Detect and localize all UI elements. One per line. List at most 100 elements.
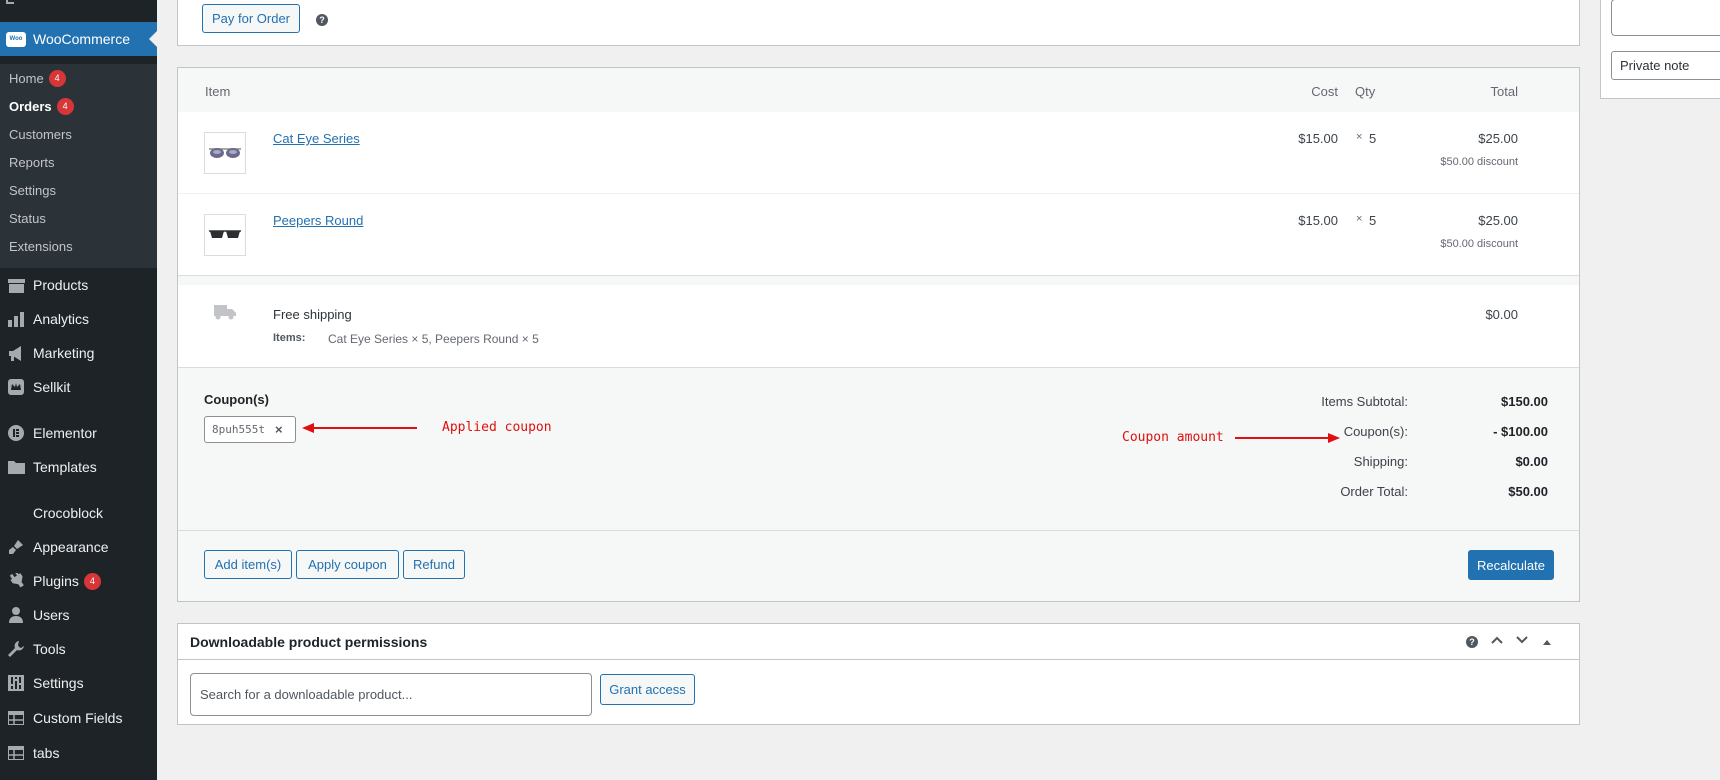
product-thumbnail[interactable] bbox=[204, 132, 246, 174]
sidebar-item-elementor[interactable]: Elementor bbox=[0, 416, 157, 450]
divider bbox=[178, 530, 1579, 531]
submenu-item-settings[interactable]: Settings bbox=[0, 176, 157, 204]
admin-sidebar: Woo WooCommerce Home 4 Orders 4 Customer… bbox=[0, 0, 157, 780]
item-cost: $15.00 bbox=[1298, 213, 1338, 228]
chevron-down-icon[interactable] bbox=[1515, 633, 1529, 650]
sidebar-item-plugins[interactable]: Plugins 4 bbox=[0, 564, 157, 598]
qty-multiply: × bbox=[1356, 131, 1363, 143]
shipping-method-name: Free shipping bbox=[273, 307, 352, 322]
archive-icon bbox=[6, 275, 26, 295]
table-row: Cat Eye Series $15.00 × 5 $25.00 $50.00 … bbox=[178, 112, 1579, 194]
panel-header: Downloadable product permissions ? bbox=[178, 624, 1579, 660]
megaphone-icon bbox=[6, 343, 26, 363]
table-icon bbox=[6, 708, 26, 728]
applied-coupon-annotation: Applied coupon bbox=[442, 420, 552, 435]
shipping-total: $0.00 bbox=[1485, 307, 1518, 322]
sidebar-item-label: Elementor bbox=[33, 425, 97, 441]
product-link[interactable]: Cat Eye Series bbox=[273, 131, 360, 146]
column-header-item: Item bbox=[205, 84, 231, 99]
shipping-items-value: Cat Eye Series × 5, Peepers Round × 5 bbox=[328, 332, 539, 346]
crown-icon bbox=[6, 377, 26, 397]
wrench-icon bbox=[6, 639, 26, 659]
coupons-label: Coupon(s) bbox=[204, 392, 269, 407]
qty-multiply: × bbox=[1356, 213, 1363, 225]
downloadable-product-search-input[interactable]: Search for a downloadable product... bbox=[190, 673, 592, 716]
paintbrush-icon bbox=[6, 537, 26, 557]
total-value: $150.00 bbox=[1501, 394, 1548, 409]
refund-button[interactable]: Refund bbox=[403, 550, 465, 579]
chevron-up-icon[interactable] bbox=[1490, 633, 1504, 650]
submenu-item-label: Home bbox=[9, 70, 44, 86]
submenu-item-orders[interactable]: Orders 4 bbox=[0, 92, 157, 120]
sunglasses-icon bbox=[209, 148, 241, 158]
sidebar-item-settings[interactable]: Settings bbox=[0, 666, 157, 700]
count-badge: 4 bbox=[48, 69, 66, 87]
recalculate-button[interactable]: Recalculate bbox=[1468, 550, 1554, 580]
item-cost: $15.00 bbox=[1298, 131, 1338, 146]
total-label: Items Subtotal: bbox=[1321, 394, 1408, 409]
total-label: Shipping: bbox=[1353, 454, 1408, 469]
sidebar-item-products[interactable]: Products bbox=[0, 268, 157, 302]
sidebar-item-sellkit[interactable]: Sellkit bbox=[0, 370, 157, 404]
product-thumbnail[interactable] bbox=[204, 214, 246, 256]
pay-for-order-button[interactable]: Pay for Order bbox=[202, 4, 300, 33]
sidebar-item-label: Settings bbox=[33, 675, 84, 691]
sidebar-item-woocommerce[interactable]: Woo WooCommerce bbox=[0, 22, 157, 56]
woocommerce-logo-icon: Woo bbox=[6, 31, 26, 47]
sidebar-item-label: Custom Fields bbox=[33, 710, 123, 726]
order-items-panel: Item Cost Qty Total Cat Eye Series $15.0… bbox=[177, 67, 1580, 602]
sidebar-item-analytics[interactable]: Analytics bbox=[0, 302, 157, 336]
remove-coupon-icon[interactable]: × bbox=[275, 422, 283, 437]
item-discount: $50.00 discount bbox=[1440, 156, 1518, 168]
sidebar-item-users[interactable]: Users bbox=[0, 598, 157, 632]
bar-chart-icon bbox=[6, 309, 26, 329]
note-type-select[interactable]: Private note bbox=[1611, 51, 1720, 80]
column-header-cost: Cost bbox=[1311, 84, 1338, 99]
apply-coupon-button[interactable]: Apply coupon bbox=[296, 550, 399, 579]
help-icon[interactable]: ? bbox=[1466, 636, 1478, 648]
submenu-item-label: Customers bbox=[9, 126, 72, 142]
sidebar-item-label: Users bbox=[33, 607, 70, 623]
product-link[interactable]: Peepers Round bbox=[273, 213, 363, 228]
column-header-total: Total bbox=[1490, 84, 1518, 99]
submenu-item-reports[interactable]: Reports bbox=[0, 148, 157, 176]
submenu-item-label: Reports bbox=[9, 154, 55, 170]
note-textarea[interactable] bbox=[1611, 0, 1720, 36]
grant-access-button[interactable]: Grant access bbox=[600, 674, 695, 705]
submenu-item-customers[interactable]: Customers bbox=[0, 120, 157, 148]
submenu-item-label: Extensions bbox=[9, 238, 73, 254]
order-actions-panel: Pay for Order ? bbox=[177, 0, 1580, 46]
sidebar-item-custom-fields[interactable]: Custom Fields bbox=[0, 701, 157, 735]
sidebar-item-marketing[interactable]: Marketing bbox=[0, 336, 157, 370]
table-row: Peepers Round $15.00 × 5 $25.00 $50.00 d… bbox=[178, 194, 1579, 276]
user-icon bbox=[6, 605, 26, 625]
total-label: Coupon(s): bbox=[1343, 424, 1408, 439]
sidebar-item-label: Sellkit bbox=[33, 379, 71, 395]
collapse-toggle-icon[interactable] bbox=[1542, 635, 1552, 650]
sidebar-item-label: Tools bbox=[33, 641, 66, 657]
sidebar-item-label: Analytics bbox=[33, 311, 90, 327]
count-badge: 4 bbox=[56, 97, 74, 115]
item-discount: $50.00 discount bbox=[1440, 238, 1518, 250]
plugin-icon bbox=[6, 571, 26, 591]
crocoblock-icon bbox=[6, 503, 26, 523]
coupon-code: 8puh555t bbox=[212, 423, 265, 436]
sidebar-item-appearance[interactable]: Appearance bbox=[0, 530, 157, 564]
submenu-item-label: Orders bbox=[9, 98, 52, 114]
column-header-qty: Qty bbox=[1355, 84, 1376, 99]
total-value: $0.00 bbox=[1515, 454, 1548, 469]
sidebar-item-crocoblock[interactable]: Crocoblock bbox=[0, 496, 157, 530]
order-notes-panel: Private note bbox=[1600, 0, 1720, 99]
sidebar-item-templates[interactable]: Templates bbox=[0, 450, 157, 484]
sidebar-item-tools[interactable]: Tools bbox=[0, 632, 157, 666]
submenu-item-home[interactable]: Home 4 bbox=[0, 64, 157, 92]
help-icon[interactable]: ? bbox=[316, 14, 328, 26]
truck-icon bbox=[214, 304, 236, 323]
submenu-item-extensions[interactable]: Extensions bbox=[0, 232, 157, 260]
sidebar-item-tabs[interactable]: tabs bbox=[0, 736, 157, 770]
add-items-button[interactable]: Add item(s) bbox=[204, 550, 292, 579]
submenu-item-status[interactable]: Status bbox=[0, 204, 157, 232]
item-total: $25.00 bbox=[1478, 131, 1518, 146]
sidebar-item-label: Appearance bbox=[33, 539, 109, 555]
annotation-arrow-left bbox=[302, 423, 417, 433]
